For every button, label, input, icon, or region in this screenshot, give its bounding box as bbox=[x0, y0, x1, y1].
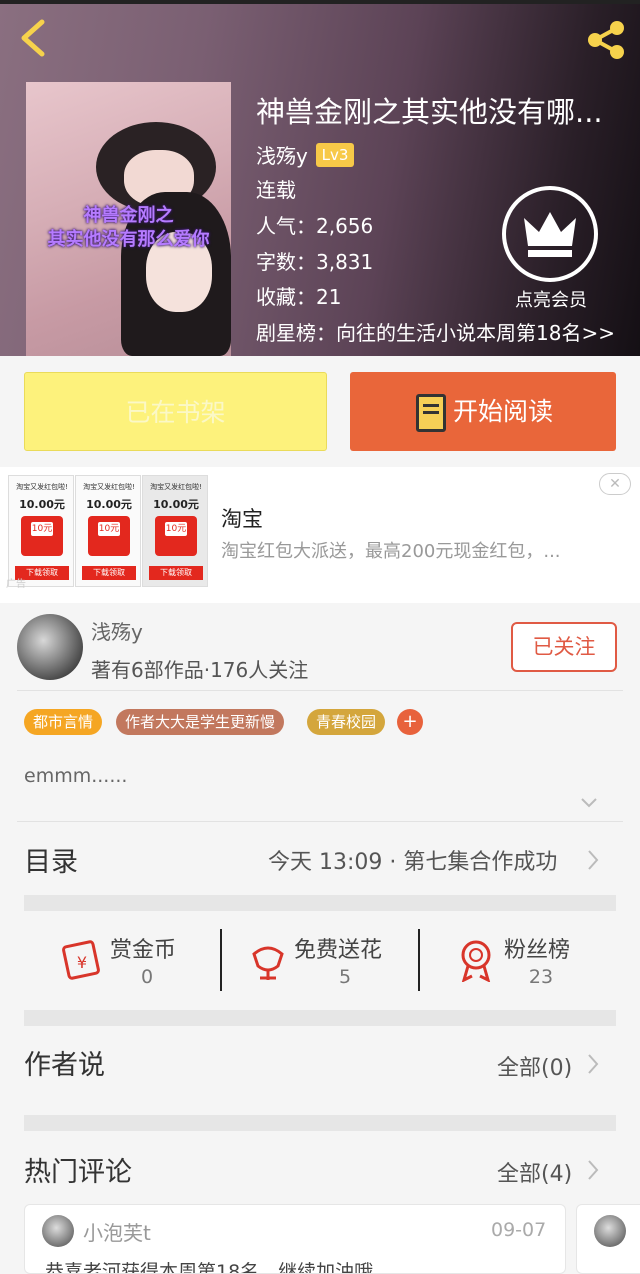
commenter-name[interactable]: 小泡芙t bbox=[83, 1217, 151, 1246]
add-tag-button[interactable]: + bbox=[397, 709, 423, 735]
latest-chapter-link[interactable]: 今天 13:09 · 第七集合作成功 bbox=[268, 844, 557, 876]
commenter-avatar[interactable] bbox=[42, 1215, 74, 1247]
start-reading-label: 开始阅读 bbox=[453, 397, 554, 426]
toc-label[interactable]: 目录 bbox=[24, 840, 78, 879]
chevron-down-icon[interactable] bbox=[580, 794, 598, 812]
flower-icon bbox=[252, 946, 284, 980]
author-avatar[interactable] bbox=[17, 614, 83, 680]
comment-date: 09-07 bbox=[491, 1219, 547, 1241]
chevron-right-icon[interactable] bbox=[586, 848, 600, 872]
cover-title-art: 神兽金刚之 其实他没有那么爱你 bbox=[47, 205, 210, 250]
comment-text: 恭喜老河获得本周第18名，继续加油哦 bbox=[45, 1261, 374, 1274]
crown-icon bbox=[524, 212, 576, 257]
comments-all-link[interactable]: 全部(4) bbox=[497, 1156, 572, 1188]
book-icon bbox=[416, 394, 446, 432]
ad-description[interactable]: 淘宝红包大派送，最高200元现金红包，... bbox=[221, 537, 561, 563]
book-cover-image[interactable]: 神兽金刚之 其实他没有那么爱你 bbox=[26, 82, 231, 356]
chevron-right-icon[interactable] bbox=[586, 1052, 600, 1076]
fan-ranking-stat[interactable]: 粉丝榜 23 bbox=[456, 928, 606, 992]
follow-button[interactable]: 已关注 bbox=[511, 622, 617, 672]
back-arrow-icon[interactable] bbox=[14, 16, 54, 60]
share-icon[interactable] bbox=[584, 18, 628, 62]
svg-text:¥: ¥ bbox=[77, 953, 87, 972]
divider bbox=[17, 690, 623, 691]
book-ranking-link[interactable]: 剧星榜：向往的生活小说本周第18名>> bbox=[256, 319, 615, 347]
author-says-label[interactable]: 作者说 bbox=[24, 1043, 105, 1082]
ad-title[interactable]: 淘宝 bbox=[221, 503, 263, 533]
book-header: 神兽金刚之 其实他没有那么爱你 神兽金刚之其实他没有哪... 浅殇y Lv3 连载… bbox=[0, 0, 640, 356]
tag-chip[interactable]: 作者大大是学生更新慢 bbox=[116, 709, 285, 735]
ad-tag: 广告 bbox=[6, 579, 26, 590]
vip-label[interactable]: 点亮会员 bbox=[505, 289, 597, 313]
commenter-avatar[interactable] bbox=[594, 1215, 626, 1247]
hot-comments-label[interactable]: 热门评论 bbox=[24, 1150, 132, 1189]
coin-envelope-icon: ¥ bbox=[62, 940, 100, 980]
ad-image[interactable]: 淘宝又发红包啦! 10.00元 10元 下载领取 bbox=[75, 475, 141, 587]
section-separator bbox=[24, 1115, 616, 1131]
section-separator bbox=[24, 1010, 616, 1026]
tag-chip[interactable]: 都市言情 bbox=[24, 709, 103, 735]
book-popularity: 人气：2,656 bbox=[256, 214, 374, 238]
ad-image[interactable]: 淘宝又发红包啦! 10.00元 10元 下载领取 bbox=[8, 475, 74, 587]
book-title: 神兽金刚之其实他没有哪... bbox=[256, 95, 603, 129]
comment-card[interactable]: 小泡芙t 09-07 恭喜老河获得本周第18名，继续加油哦 bbox=[24, 1204, 566, 1274]
comment-card[interactable] bbox=[576, 1204, 640, 1274]
author-name[interactable]: 浅殇y bbox=[91, 616, 143, 645]
start-reading-button[interactable]: 开始阅读 bbox=[350, 372, 616, 451]
divider bbox=[220, 929, 222, 991]
book-favorites: 收藏：21 bbox=[256, 285, 342, 309]
book-status: 连载 bbox=[256, 178, 296, 202]
author-says-all-link[interactable]: 全部(0) bbox=[497, 1050, 572, 1082]
vip-crown-button[interactable] bbox=[502, 186, 598, 282]
medal-icon bbox=[461, 940, 491, 982]
divider bbox=[418, 929, 420, 991]
section-separator bbox=[24, 895, 616, 911]
free-flower-stat[interactable]: 免费送花 5 bbox=[248, 928, 398, 992]
chevron-right-icon[interactable] bbox=[586, 1158, 600, 1182]
book-author[interactable]: 浅殇y bbox=[256, 142, 308, 170]
book-word-count: 字数：3,831 bbox=[256, 250, 374, 274]
ad-banner[interactable]: 淘宝又发红包啦! 10.00元 10元 下载领取 淘宝又发红包啦! 10.00元… bbox=[0, 467, 640, 603]
in-bookshelf-button[interactable]: 已在书架 bbox=[24, 372, 327, 451]
author-level-badge: Lv3 bbox=[316, 143, 354, 167]
tag-chip[interactable]: 青春校园 bbox=[307, 709, 386, 735]
book-intro: emmm...... bbox=[24, 765, 128, 787]
author-works-info: 著有6部作品·176人关注 bbox=[91, 658, 309, 682]
ad-close-button[interactable]: ✕ bbox=[599, 473, 631, 495]
ad-image[interactable]: 淘宝又发红包啦! 10.00元 10元 下载领取 bbox=[142, 475, 208, 587]
reward-coins-stat[interactable]: ¥ 赏金币 0 bbox=[60, 928, 210, 992]
divider bbox=[17, 821, 623, 822]
